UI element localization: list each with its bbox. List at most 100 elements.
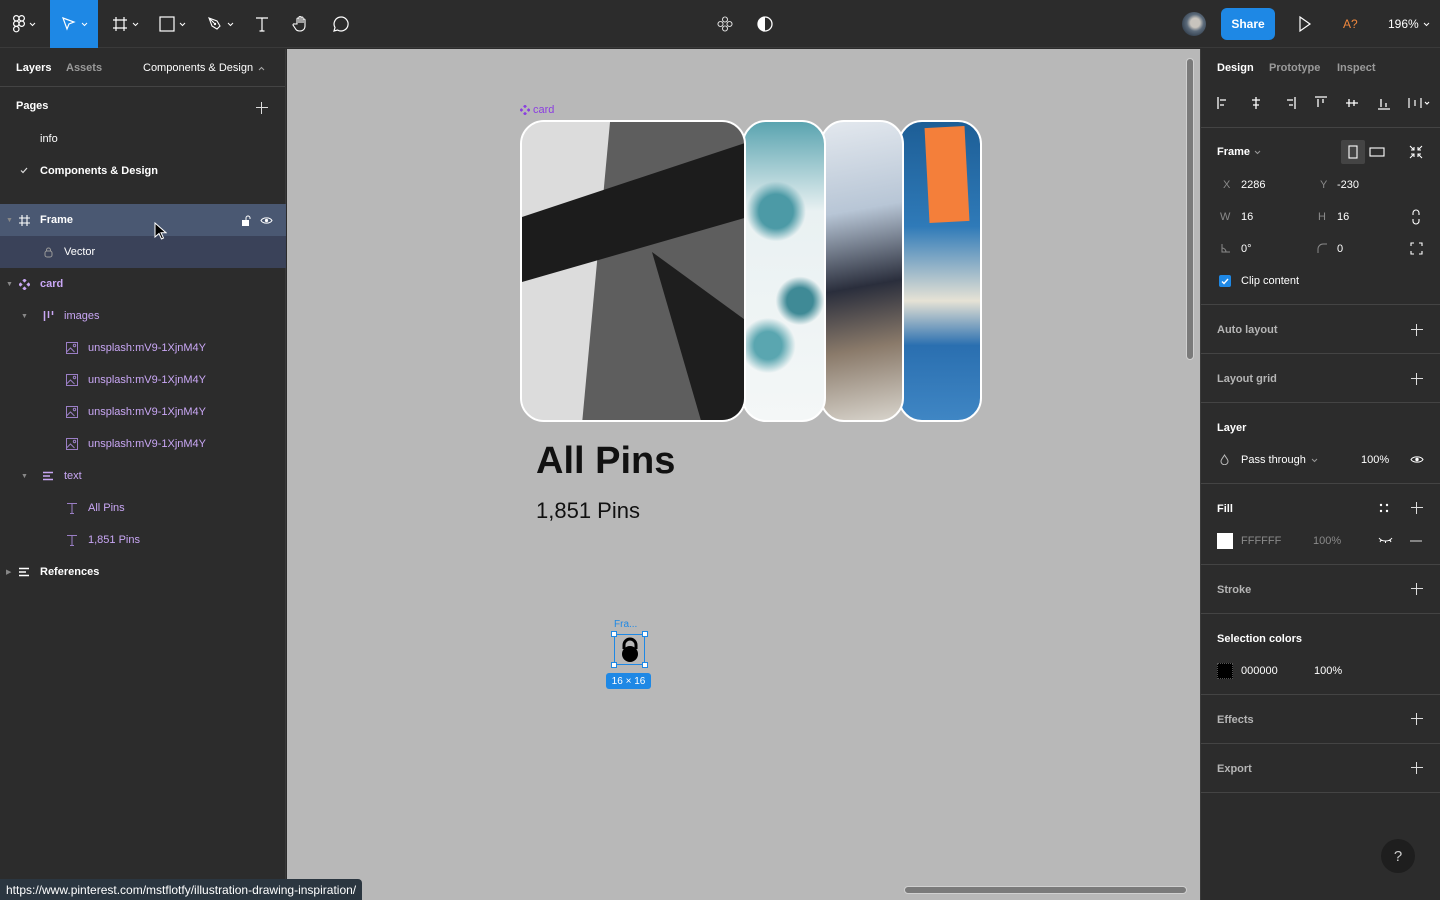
align-right-icon[interactable] — [1281, 95, 1297, 111]
eye-icon[interactable] — [259, 213, 273, 227]
resize-handle-top-left[interactable] — [611, 631, 617, 637]
selected-frame[interactable] — [611, 631, 648, 668]
eye-hidden-icon[interactable] — [1378, 537, 1393, 544]
tab-design[interactable]: Design — [1217, 62, 1254, 74]
tab-inspect[interactable]: Inspect — [1337, 62, 1376, 74]
page-item-info[interactable]: info — [40, 133, 58, 145]
layer-row-frame[interactable]: ▼ Frame — [0, 204, 286, 236]
add-fill-plus-icon[interactable] — [1411, 502, 1423, 514]
clip-content-checkbox[interactable] — [1219, 275, 1231, 287]
share-button[interactable]: Share — [1221, 8, 1275, 40]
fill-hex-input[interactable]: FFFFFF — [1241, 535, 1281, 547]
add-stroke-plus-icon[interactable] — [1411, 583, 1423, 595]
tab-assets[interactable]: Assets — [66, 62, 102, 74]
distribute-icon[interactable] — [1407, 95, 1431, 111]
layer-row-image[interactable]: unsplash:mV9-1XjnM4Y — [0, 332, 286, 364]
layer-row-text-layer[interactable]: 1,851 Pins — [0, 524, 286, 556]
component-label[interactable]: card — [520, 104, 554, 116]
eye-icon[interactable] — [1410, 455, 1424, 464]
zoom-dropdown[interactable]: 196% — [1388, 17, 1430, 31]
collapse-triangle-icon[interactable]: ▼ — [6, 281, 13, 288]
selection-color-swatch[interactable] — [1217, 663, 1233, 679]
main-menu-button[interactable] — [0, 0, 48, 48]
card-subtitle[interactable]: 1,851 Pins — [536, 498, 640, 524]
tab-prototype[interactable]: Prototype — [1269, 62, 1320, 74]
components-button[interactable] — [713, 0, 737, 48]
blend-mode-dropdown[interactable]: Pass through — [1241, 454, 1318, 466]
horizontal-scrollbar[interactable] — [904, 886, 1187, 894]
layer-row-vector[interactable]: Vector — [0, 236, 286, 268]
contrast-button[interactable] — [753, 0, 777, 48]
layer-opacity-input[interactable]: 100% — [1361, 454, 1389, 466]
frame-type-dropdown[interactable]: Frame — [1217, 146, 1261, 158]
layer-row-image[interactable]: unsplash:mV9-1XjnM4Y — [0, 428, 286, 460]
width-input[interactable]: 16 — [1241, 211, 1253, 223]
resize-to-fit-icon[interactable] — [1409, 145, 1423, 159]
expand-triangle-icon[interactable]: ▶ — [6, 568, 11, 576]
comment-tool[interactable] — [325, 0, 357, 48]
layer-row-image[interactable]: unsplash:mV9-1XjnM4Y — [0, 364, 286, 396]
selection-frame-label[interactable]: Fra... — [614, 619, 637, 630]
collapse-triangle-icon[interactable]: ▼ — [21, 313, 28, 320]
card-title[interactable]: All Pins — [536, 440, 675, 483]
add-auto-layout-plus-icon[interactable] — [1411, 324, 1423, 336]
vertical-scrollbar[interactable] — [1186, 58, 1194, 360]
fill-opacity-input[interactable]: 100% — [1313, 535, 1341, 547]
add-page-plus-icon[interactable] — [256, 102, 268, 114]
layer-row-images[interactable]: ▼ images — [0, 300, 286, 332]
help-button[interactable]: ? — [1381, 839, 1415, 873]
layer-row-text[interactable]: ▼ text — [0, 460, 286, 492]
add-effect-plus-icon[interactable] — [1411, 713, 1423, 725]
collapse-triangle-icon[interactable]: ▼ — [21, 473, 28, 480]
image-card-4[interactable] — [898, 120, 982, 422]
add-export-plus-icon[interactable] — [1411, 762, 1423, 774]
present-button[interactable] — [1296, 14, 1314, 37]
remove-fill-minus-icon[interactable] — [1410, 540, 1422, 542]
move-tool[interactable] — [50, 0, 98, 48]
corner-radius-input[interactable]: 0 — [1337, 243, 1343, 255]
tab-layers[interactable]: Layers — [16, 62, 51, 74]
collapse-triangle-icon[interactable]: ▼ — [6, 217, 13, 224]
align-vertical-center-icon[interactable] — [1344, 95, 1360, 111]
image-card-3[interactable] — [820, 120, 904, 422]
fill-color-swatch[interactable] — [1217, 533, 1233, 549]
align-left-icon[interactable] — [1216, 95, 1232, 111]
x-input[interactable]: 2286 — [1241, 179, 1265, 191]
selection-color-hex[interactable]: 000000 — [1241, 665, 1278, 677]
rectangle-tool[interactable] — [152, 0, 192, 48]
current-page-dropdown[interactable]: Components & Design — [143, 62, 265, 74]
layer-row-card[interactable]: ▼ card — [0, 268, 286, 300]
selection-color-opacity[interactable]: 100% — [1314, 665, 1342, 677]
text-tool[interactable] — [246, 0, 278, 48]
layer-row-text-layer[interactable]: All Pins — [0, 492, 286, 524]
canvas[interactable]: card All Pins 1,851 Pins Fra... 16 × 16 — [287, 49, 1200, 900]
constrain-proportions-icon[interactable] — [1411, 209, 1421, 225]
image-card-2[interactable] — [742, 120, 826, 422]
align-horizontal-center-icon[interactable] — [1248, 95, 1264, 111]
align-bottom-icon[interactable] — [1376, 95, 1392, 111]
layer-row-image[interactable]: unsplash:mV9-1XjnM4Y — [0, 396, 286, 428]
frame-tool[interactable] — [105, 0, 145, 48]
hand-tool[interactable] — [285, 0, 317, 48]
resize-handle-top-right[interactable] — [642, 631, 648, 637]
independent-corners-icon[interactable] — [1410, 242, 1423, 255]
rotation-input[interactable]: 0° — [1241, 243, 1252, 255]
resize-handle-bottom-left[interactable] — [611, 662, 617, 668]
unlock-icon[interactable] — [239, 213, 253, 227]
user-avatar[interactable] — [1182, 12, 1206, 36]
layer-row-references[interactable]: ▶ References — [0, 556, 286, 588]
portrait-orientation-button[interactable] — [1341, 140, 1365, 164]
image-card-1[interactable] — [520, 120, 746, 422]
page-item-components-design[interactable]: Components & Design — [40, 165, 158, 177]
pen-tool[interactable] — [199, 0, 241, 48]
add-layout-grid-plus-icon[interactable] — [1411, 373, 1423, 385]
auto-layout-horizontal-icon — [41, 309, 55, 323]
resize-handle-bottom-right[interactable] — [642, 662, 648, 668]
align-top-icon[interactable] — [1313, 95, 1329, 111]
layer-name: card — [40, 278, 64, 290]
height-input[interactable]: 16 — [1337, 211, 1349, 223]
style-grid-icon[interactable] — [1379, 503, 1389, 513]
y-input[interactable]: -230 — [1337, 179, 1359, 191]
missing-fonts-button[interactable]: A? — [1343, 17, 1358, 31]
landscape-icon[interactable] — [1369, 147, 1385, 157]
